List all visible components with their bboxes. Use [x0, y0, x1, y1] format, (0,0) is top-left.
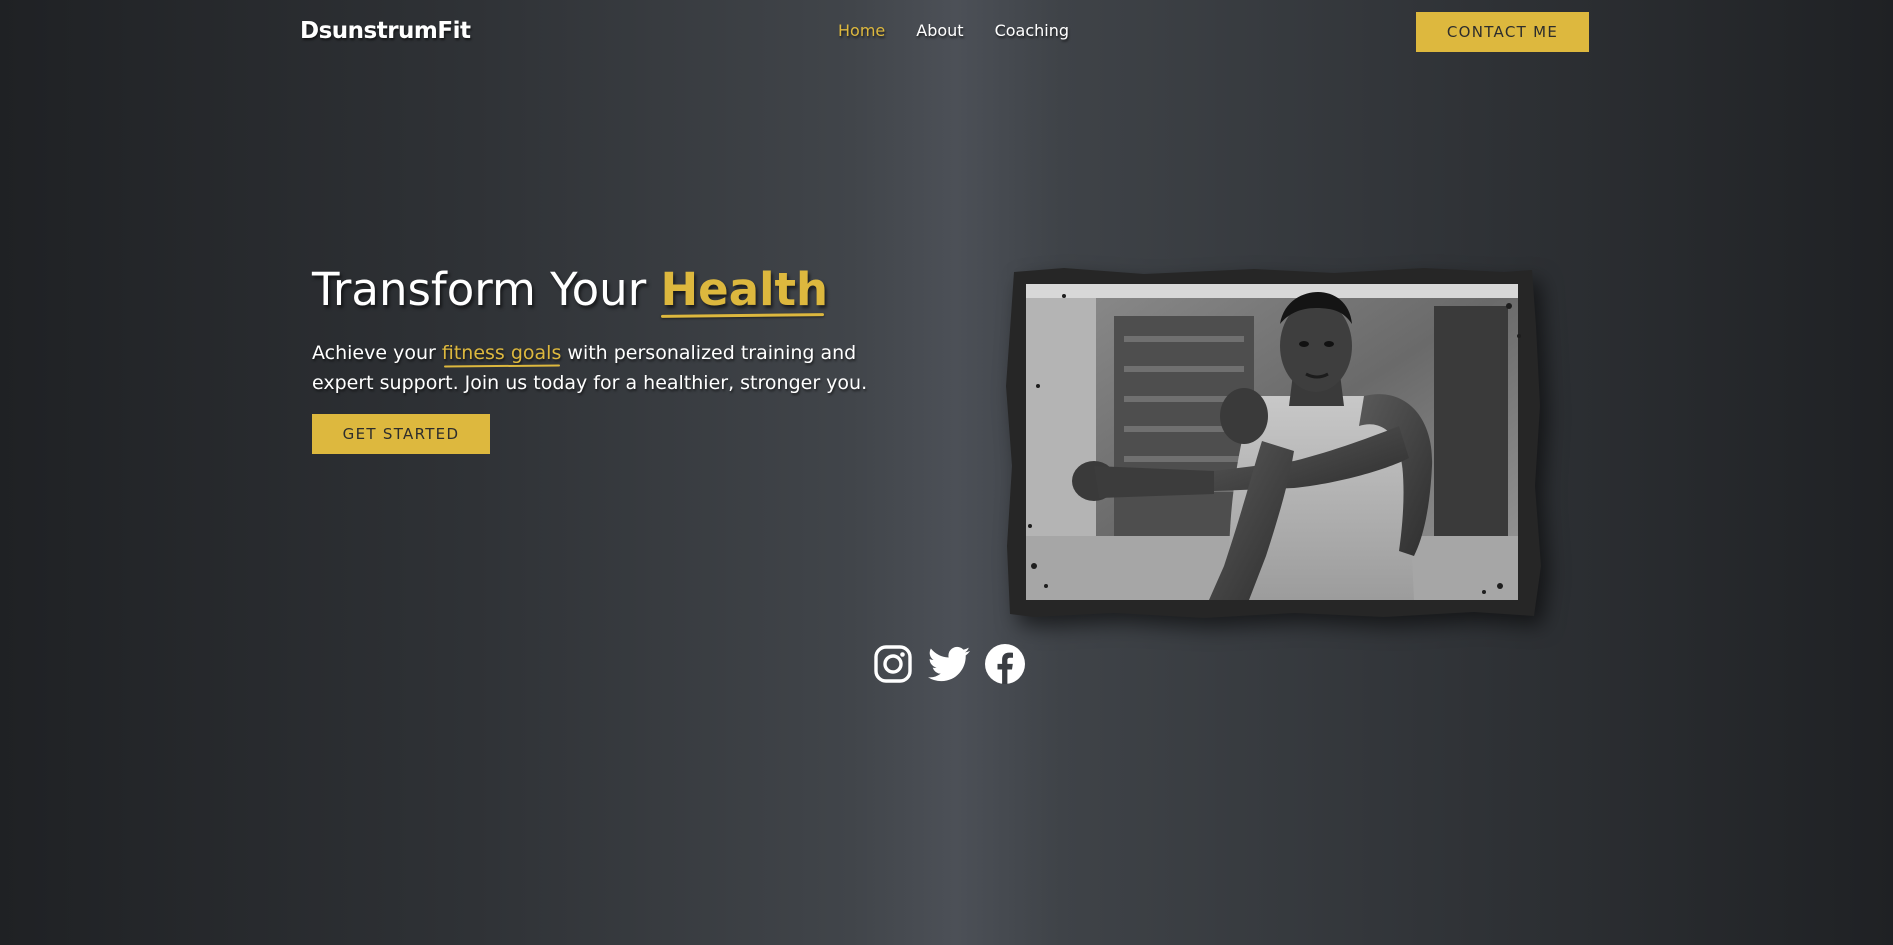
- twitter-icon[interactable]: [928, 643, 970, 685]
- facebook-icon[interactable]: [984, 643, 1026, 685]
- hero-title-prefix: Transform Your: [312, 263, 661, 316]
- contact-me-button[interactable]: CONTACT ME: [1416, 12, 1589, 52]
- hero-description: Achieve your fitness goals with personal…: [312, 338, 912, 398]
- brand-logo[interactable]: DsunstrumFit: [300, 16, 471, 46]
- athlete-stretching-image: [1006, 268, 1541, 618]
- social-links: [872, 643, 1026, 685]
- hero-text-part1: Achieve your: [312, 342, 442, 364]
- nav-coaching[interactable]: Coaching: [995, 20, 1069, 42]
- hero-title: Transform Your Health: [312, 260, 828, 320]
- main-nav: Home About Coaching: [838, 20, 1069, 42]
- hero-title-accent: Health: [661, 260, 829, 320]
- hero-photo: [1004, 266, 1544, 620]
- get-started-button[interactable]: GET STARTED: [312, 414, 490, 454]
- nav-home[interactable]: Home: [838, 20, 885, 42]
- nav-about[interactable]: About: [916, 20, 963, 42]
- hero-text-highlight: fitness goals: [442, 338, 562, 368]
- instagram-icon[interactable]: [872, 643, 914, 685]
